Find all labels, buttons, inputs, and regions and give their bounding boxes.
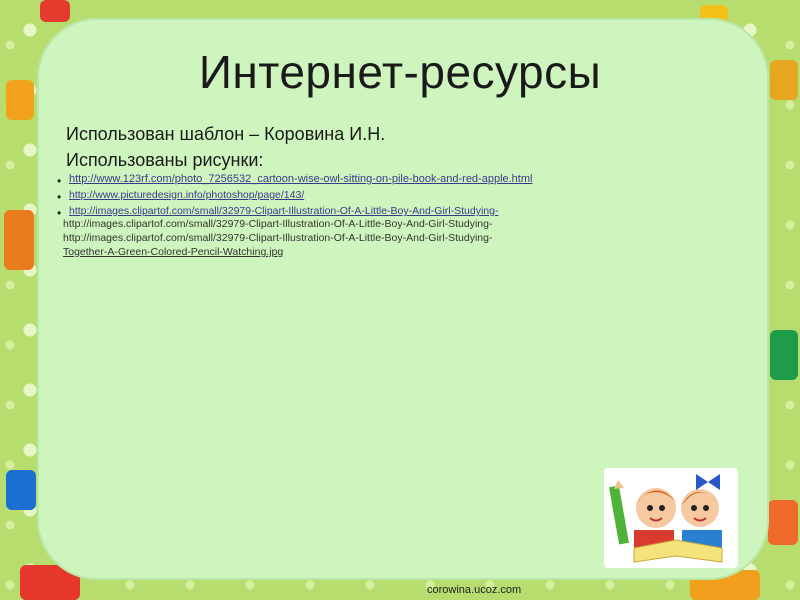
kids-studying-illustration	[609, 474, 723, 563]
template-credit: Использован шаблон – Коровина И.Н.	[66, 124, 386, 144]
slide-title: Интернет-ресурсы	[198, 46, 602, 98]
toy-decoration-right-3	[768, 500, 798, 545]
link-continuation-underlined[interactable]: Together-A-Green-Colored-Pencil-Watching…	[56, 245, 656, 259]
toy-decoration-left-2	[4, 210, 34, 270]
link-clipartof[interactable]: http://images.clipartof.com/small/32979-…	[69, 205, 498, 217]
kids-studying-image	[604, 468, 738, 568]
bullet-icon: •	[57, 206, 62, 220]
bullet-icon: •	[57, 174, 62, 188]
images-credit-heading: Использованы рисунки:	[66, 150, 264, 170]
bullet-icon: •	[57, 190, 62, 204]
toy-decoration-left-3	[6, 470, 36, 510]
link-123rf[interactable]: http://www.123rf.com/photo_7256532_carto…	[69, 173, 532, 185]
list-item: • http://images.clipartof.com/small/3297…	[56, 205, 656, 220]
list-item: • http://www.123rf.com/photo_7256532_car…	[56, 173, 656, 188]
link-continuation: http://images.clipartof.com/small/32979-…	[63, 232, 493, 244]
list-item: • http://www.picturedesign.info/photosho…	[56, 189, 656, 204]
footer-site-name: corowina.ucoz.com	[427, 584, 522, 596]
toy-decoration-top-left	[40, 0, 70, 22]
link-continuation: http://images.clipartof.com/small/32979-…	[63, 218, 493, 230]
toy-decoration-right-2	[770, 330, 798, 380]
links-list: • http://www.123rf.com/photo_7256532_car…	[56, 173, 656, 259]
link-picturedesign[interactable]: http://www.picturedesign.info/photoshop/…	[69, 189, 304, 201]
